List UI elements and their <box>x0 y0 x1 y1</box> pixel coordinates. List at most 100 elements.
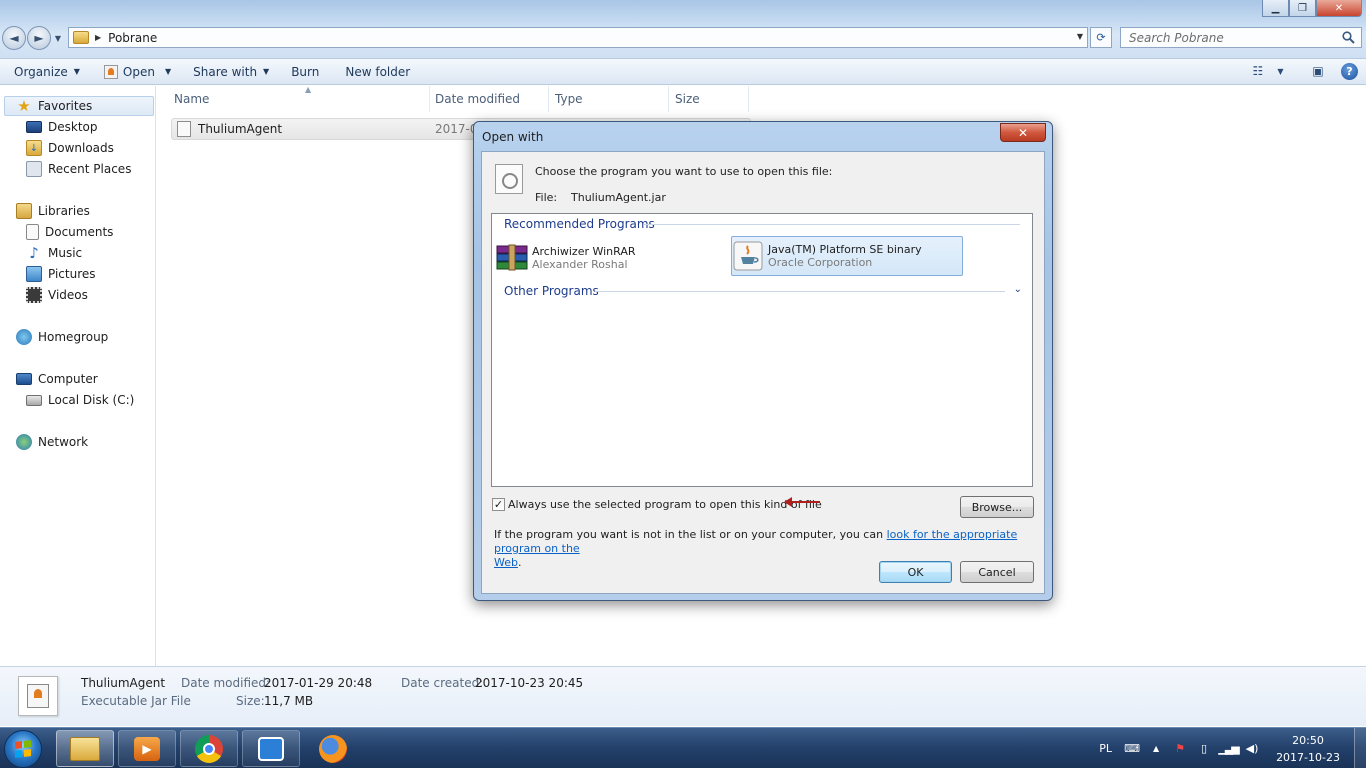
open-label: Open <box>122 64 155 79</box>
address-bar[interactable]: ▶ Pobrane ▼ <box>68 27 1088 48</box>
nav-item-recent-places[interactable]: Recent Places <box>26 159 131 179</box>
window-controls: ▁ ❐ ✕ <box>1262 0 1362 18</box>
keyboard-icon[interactable]: ⌨ <box>1124 742 1140 756</box>
details-date-modified: 2017-01-29 20:48 <box>264 676 373 690</box>
chevron-down-icon: ▼ <box>73 67 80 76</box>
back-button[interactable]: ◄ <box>2 26 26 50</box>
nav-label: Favorites <box>38 99 93 113</box>
volume-icon[interactable]: ◀) <box>1245 742 1259 756</box>
nav-item-network[interactable]: Network <box>16 432 88 452</box>
column-label: Name <box>174 92 210 106</box>
chrome-icon <box>195 734 223 763</box>
search-icon[interactable] <box>1342 31 1355 44</box>
start-button[interactable] <box>4 730 42 768</box>
show-hidden-icons-icon[interactable]: ▲ <box>1149 742 1163 756</box>
nav-item-libraries[interactable]: Libraries <box>16 201 90 221</box>
nav-label: Music <box>48 246 83 260</box>
share-with-label: Share with <box>193 64 258 79</box>
nav-item-homegroup[interactable]: Homegroup <box>16 327 108 347</box>
dialog-close-button[interactable]: ✕ <box>1000 123 1046 142</box>
homegroup-icon <box>16 329 32 345</box>
details-date-modified-label: Date modified: <box>181 676 271 690</box>
program-name: Archiwizer WinRAR <box>532 245 636 258</box>
window-title-bar: ▁ ❐ ✕ ◄ ► ▼ ▶ Pobrane ▼ ⟳ <box>0 0 1366 58</box>
burn-button[interactable]: Burn <box>283 59 327 84</box>
organize-button[interactable]: Organize ▼ <box>6 59 88 84</box>
column-header-date-modified[interactable]: Date modified <box>429 86 549 112</box>
annotation-arrow-icon <box>784 497 820 507</box>
nav-item-computer[interactable]: Computer <box>16 369 98 389</box>
media-player-icon: ▶ <box>134 736 160 761</box>
nav-item-desktop[interactable]: Desktop <box>26 117 98 137</box>
open-button[interactable]: Open ▼ <box>96 59 179 84</box>
column-header-type[interactable]: Type <box>549 86 669 112</box>
taskbar-media-player[interactable]: ▶ <box>118 730 176 767</box>
recent-pages-dropdown[interactable]: ▼ <box>52 26 64 50</box>
search-box[interactable] <box>1120 27 1362 48</box>
file-search-icon <box>495 164 523 194</box>
nav-item-local-disk[interactable]: Local Disk (C:) <box>26 390 134 410</box>
help-icon[interactable]: ? <box>1341 62 1358 80</box>
nav-label: Documents <box>45 225 114 239</box>
nav-item-favorites[interactable]: ★ Favorites <box>16 96 92 116</box>
nav-label: Homegroup <box>38 330 109 344</box>
chevron-down-icon: ▼ <box>263 67 270 76</box>
new-folder-button[interactable]: New folder <box>337 59 418 84</box>
jar-file-icon <box>177 121 191 137</box>
change-view-button[interactable]: ☷ ▼ <box>1253 62 1284 80</box>
star-icon: ★ <box>17 97 31 115</box>
breadcrumb-pobrane[interactable]: Pobrane <box>108 31 157 45</box>
program-item-java[interactable]: Java(TM) Platform SE binary Oracle Corpo… <box>731 236 963 276</box>
program-item-winrar[interactable]: Archiwizer WinRAR Alexander Roshal <box>496 238 726 278</box>
taskbar-explorer[interactable] <box>56 730 114 767</box>
address-dropdown-icon[interactable]: ▼ <box>1077 32 1083 41</box>
cancel-button[interactable]: Cancel <box>960 561 1034 583</box>
dialog-file-label: File: <box>535 191 558 204</box>
nav-item-videos[interactable]: Videos <box>26 285 88 305</box>
other-programs-header[interactable]: Other Programs <box>504 284 599 298</box>
preview-pane-button[interactable]: ▣ <box>1309 62 1327 80</box>
taskbar-chrome[interactable] <box>180 730 238 767</box>
clock-time: 20:50 <box>1292 733 1324 747</box>
details-file-name: ThuliumAgent <box>81 676 166 690</box>
network-signal-icon[interactable]: ▁▃▅ <box>1218 742 1239 756</box>
details-size: 11,7 MB <box>264 694 314 708</box>
browse-button[interactable]: Browse... <box>960 496 1034 518</box>
refresh-button[interactable]: ⟳ <box>1090 27 1112 48</box>
restore-button[interactable]: ❐ <box>1289 0 1316 17</box>
forward-button[interactable]: ► <box>27 26 51 50</box>
clock-date: 2017-10-23 <box>1276 750 1340 764</box>
nav-item-pictures[interactable]: Pictures <box>26 264 96 284</box>
language-indicator[interactable]: PL <box>1099 742 1112 755</box>
nav-item-downloads[interactable]: ↓ Downloads <box>26 138 114 158</box>
search-web-link-continued[interactable]: Web <box>494 556 518 569</box>
window-close-button[interactable]: ✕ <box>1316 0 1362 17</box>
share-with-button[interactable]: Share with ▼ <box>185 59 277 84</box>
chevron-down-icon[interactable]: ⌄ <box>1014 284 1022 295</box>
column-header-name[interactable]: Name ▲ <box>168 85 430 112</box>
search-input[interactable] <box>1129 30 1339 45</box>
downloads-folder-icon: ↓ <box>26 140 42 156</box>
action-center-flag-icon[interactable]: ⚑ <box>1173 742 1187 756</box>
taskbar-firefox[interactable] <box>304 730 362 767</box>
nav-label: Libraries <box>38 204 90 218</box>
recommended-programs-label: Recommended Programs <box>504 217 655 231</box>
battery-icon[interactable]: ▯ <box>1197 742 1211 756</box>
always-use-checkbox[interactable]: ✓ <box>492 498 505 511</box>
show-desktop-button[interactable] <box>1354 728 1366 768</box>
nav-item-music[interactable]: ♪ Music <box>26 243 82 263</box>
details-date-created-label: Date created: <box>401 676 484 690</box>
system-clock[interactable]: 20:50 2017-10-23 <box>1276 732 1340 766</box>
column-header-size[interactable]: Size <box>669 86 749 112</box>
breadcrumb-arrow-icon[interactable]: ▶ <box>95 33 101 42</box>
dialog-body: Choose the program you want to use to op… <box>481 151 1045 594</box>
chevron-down-icon: ▼ <box>1277 66 1284 76</box>
nav-item-documents[interactable]: Documents <box>26 222 113 242</box>
program-name: Java(TM) Platform SE binary <box>768 243 922 256</box>
taskbar: ▶ PL ⌨ ▲ ⚑ ▯ ▁▃▅ ◀) 20:50 2017-10-23 <box>0 727 1366 768</box>
ok-button[interactable]: OK <box>879 561 952 583</box>
computer-icon <box>16 373 32 385</box>
preview-pane-icon: ▣ <box>1312 64 1324 78</box>
minimize-button[interactable]: ▁ <box>1262 0 1289 17</box>
taskbar-snipping-tool[interactable] <box>242 730 300 767</box>
